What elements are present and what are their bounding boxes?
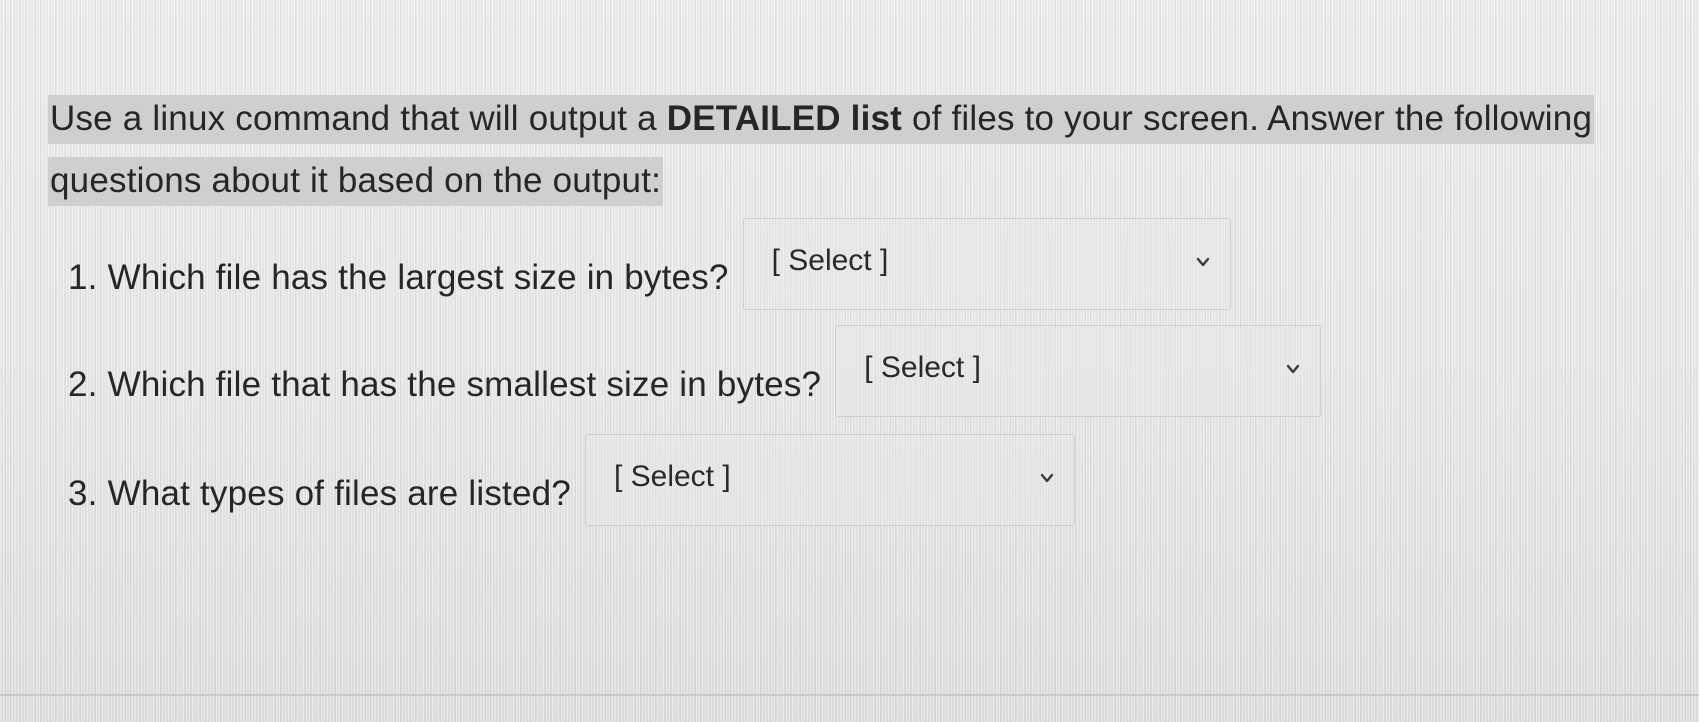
question-1: 1. Which file has the largest size in byt… [68,218,1231,310]
page-divider [0,694,1699,696]
question-3: 3. What types of files are listed? [ Sele… [68,434,1075,526]
select-value: [ Select ] [864,351,981,384]
chevron-down-icon [1196,255,1210,269]
question-number: 3. [68,474,98,513]
question-number: 2. [68,365,98,404]
question-2-select[interactable]: [ Select ] [835,325,1322,417]
question-1-text: 1. Which file has the largest size in byt… [68,218,729,298]
question-1-select[interactable]: [ Select ] [742,218,1231,310]
question-label: Which file has the largest size in bytes… [107,258,729,297]
question-number: 1. [68,258,98,297]
chevron-down-icon [1040,471,1054,485]
select-value: [ Select ] [771,244,889,277]
prompt-bold-text: DETAILED list [666,99,903,138]
prompt-highlight: Use a linux command that will output a D… [48,95,1595,206]
question-2-text: 2. Which file that has the smallest size … [68,325,821,405]
select-value: [ Select ] [613,460,731,493]
question-2: 2. Which file that has the smallest size … [68,325,1322,417]
chevron-down-icon [1286,362,1300,376]
question-3-select[interactable]: [ Select ] [584,434,1075,526]
question-prompt: Use a linux command that will output a D… [48,88,1604,212]
question-label: Which file that has the smallest size in… [107,365,822,404]
question-3-text: 3. What types of files are listed? [68,434,571,514]
prompt-text-start: Use a linux command that will output a [50,99,667,138]
question-label: What types of files are listed? [107,474,571,513]
